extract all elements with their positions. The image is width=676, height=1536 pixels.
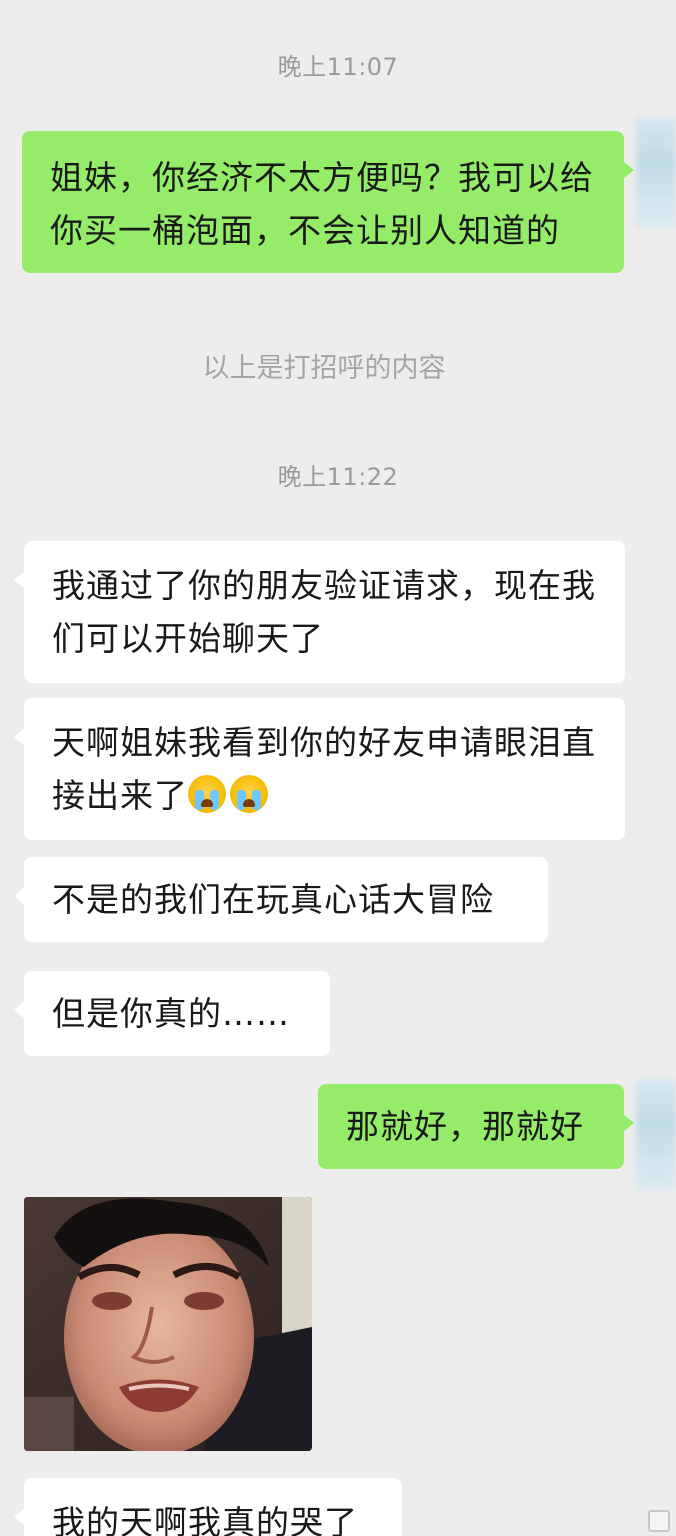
loudly-crying-face-icon [230, 775, 268, 813]
timestamp: 晚上11:07 [277, 53, 399, 81]
message-text: 天啊姐妹我看到你的好友申请眼泪直接出来了 [52, 723, 596, 815]
crying-man-photo[interactable] [24, 1197, 312, 1451]
message-text: 但是你真的…… [52, 994, 290, 1033]
message-text: 姐妹，你经济不太方便吗？我可以给你买一桶泡面，不会让别人知道的 [50, 158, 594, 250]
photo-image [24, 1197, 312, 1451]
message-text: 那就好，那就好 [346, 1107, 584, 1146]
message-bubble-incoming[interactable]: 但是你真的…… [14, 971, 330, 1056]
self-avatar[interactable] [636, 1080, 676, 1190]
message-bubble-incoming[interactable]: 我通过了你的朋友验证请求，现在我们可以开始聊天了 [14, 541, 625, 683]
chat-window: 晚上11:07 姐妹，你经济不太方便吗？我可以给你买一桶泡面，不会让别人知道的 … [0, 0, 676, 1536]
message-bubble-incoming[interactable]: 不是的我们在玩真心话大冒险 [14, 857, 548, 942]
self-avatar[interactable] [636, 118, 676, 228]
message-bubble-outgoing[interactable]: 那就好，那就好 [318, 1084, 634, 1169]
message-bubble-incoming[interactable]: 我的天啊我真的哭了 [14, 1478, 402, 1536]
message-text: 不是的我们在玩真心话大冒险 [52, 880, 494, 919]
message-text: 我的天啊我真的哭了 [52, 1503, 358, 1536]
message-bubble-incoming[interactable]: 天啊姐妹我看到你的好友申请眼泪直接出来了 [14, 698, 625, 840]
system-note: 以上是打招呼的内容 [202, 353, 446, 384]
message-text: 我通过了你的朋友验证请求，现在我们可以开始聊天了 [52, 566, 596, 658]
loudly-crying-face-icon [188, 775, 226, 813]
timestamp: 晚上11:22 [277, 463, 399, 491]
expand-icon[interactable] [648, 1510, 670, 1532]
message-bubble-outgoing[interactable]: 姐妹，你经济不太方便吗？我可以给你买一桶泡面，不会让别人知道的 [22, 131, 634, 273]
